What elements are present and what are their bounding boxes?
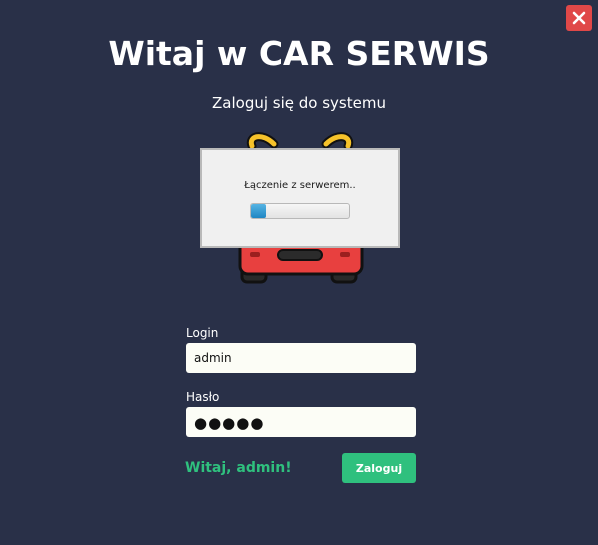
connecting-message: Łączenie z serwerem.. bbox=[244, 180, 356, 191]
page-title: Witaj w CAR SERWIS bbox=[108, 34, 490, 73]
password-label: Hasło bbox=[186, 390, 220, 404]
close-icon bbox=[572, 11, 586, 25]
login-window: Witaj w CAR SERWIS Zaloguj się do system… bbox=[0, 0, 598, 545]
login-button[interactable]: Zaloguj bbox=[342, 453, 416, 483]
login-input[interactable] bbox=[186, 343, 416, 373]
connection-progress-bar bbox=[250, 203, 350, 219]
close-button[interactable] bbox=[566, 5, 592, 31]
welcome-message: Witaj, admin! bbox=[185, 460, 292, 476]
login-label: Login bbox=[186, 326, 219, 340]
page-subtitle: Zaloguj się do systemu bbox=[212, 94, 386, 112]
connecting-dialog: Łączenie z serwerem.. bbox=[200, 148, 400, 248]
password-input[interactable] bbox=[186, 407, 416, 437]
progress-fill bbox=[251, 204, 266, 218]
